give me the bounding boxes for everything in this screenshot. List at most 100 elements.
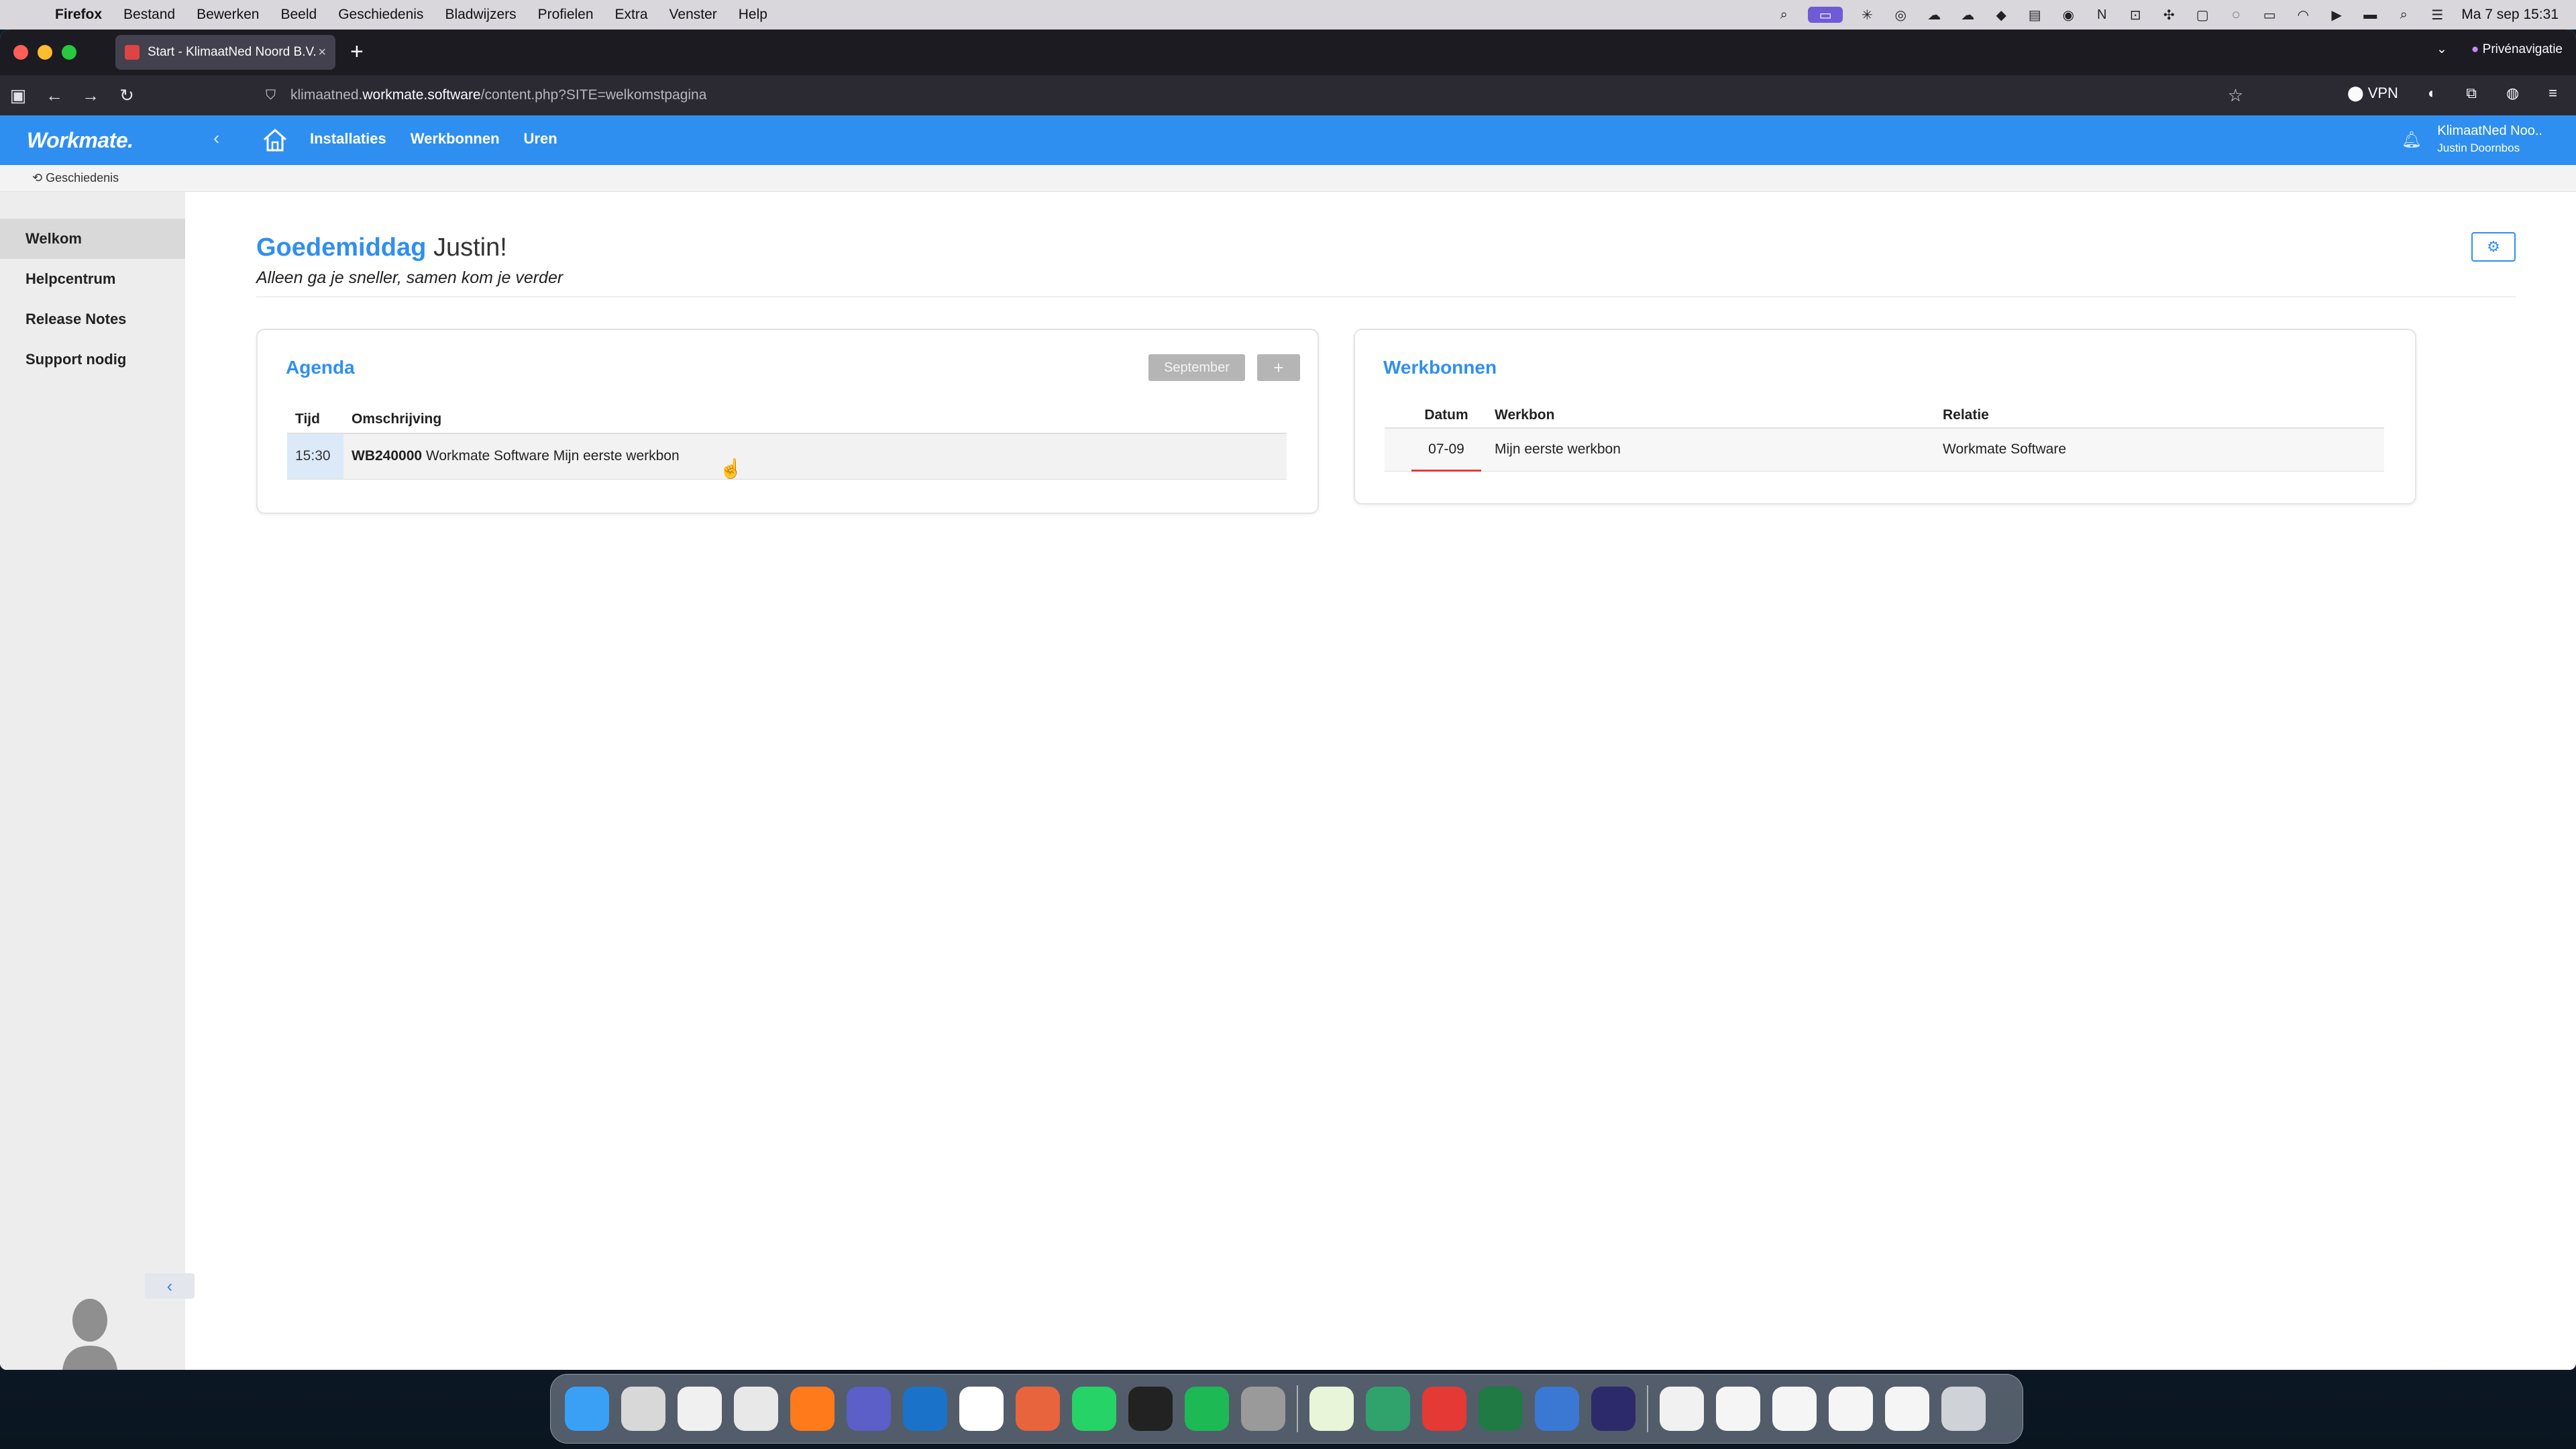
dock-app-doc-3[interactable] <box>1823 1381 1879 1437</box>
dock-app-chrome[interactable] <box>728 1381 784 1437</box>
collapse-menu-chevron-icon[interactable]: ‹ <box>213 127 219 149</box>
scan-icon[interactable]: ⊡ <box>2126 7 2145 23</box>
tab-list-chevron-icon[interactable]: ⌄ <box>2436 42 2447 57</box>
forward-icon[interactable]: → <box>72 85 109 106</box>
new-tab-icon[interactable]: + <box>350 39 364 65</box>
display-icon[interactable]: ▭ <box>2260 7 2279 23</box>
nav-werkbonnen[interactable]: Werkbonnen <box>411 130 500 148</box>
dock-app-notion[interactable] <box>953 1381 1010 1437</box>
site-security-icon[interactable]: ⛉ <box>266 88 276 103</box>
vpn-button[interactable]: ⬤ VPN <box>2347 85 2398 102</box>
url-domain: workmate.software <box>362 87 481 103</box>
browser-tab[interactable]: Start - KlimaatNed Noord B.V. × <box>115 35 335 70</box>
user-menu[interactable]: KlimaatNed Noo.. Justin Doornbos <box>2437 122 2542 157</box>
dock-app-pdf[interactable] <box>1416 1381 1472 1437</box>
agenda-card: Agenda September + Tijd Omschrijving 15:… <box>256 329 1319 514</box>
dock-app-finder[interactable] <box>559 1381 615 1437</box>
reload-icon[interactable]: ↻ <box>109 85 145 106</box>
menu-profielen[interactable]: Profielen <box>538 7 594 23</box>
speed-icon[interactable]: ◌ <box>2226 7 2245 23</box>
close-window-icon[interactable] <box>13 45 28 60</box>
menu-help[interactable]: Help <box>739 7 767 23</box>
menu-bestand[interactable]: Bestand <box>123 7 175 23</box>
workmate-logo[interactable]: Workmate. <box>27 128 133 153</box>
dashboard-settings-button[interactable]: ⚙ <box>2471 232 2516 262</box>
chrome-icon <box>734 1387 778 1431</box>
extensions-icon[interactable]: ⧉ <box>2466 85 2477 102</box>
dock-app-spotify[interactable] <box>1179 1381 1235 1437</box>
sidebar-item-support-nodig[interactable]: Support nodig <box>0 339 185 380</box>
search-icon[interactable]: ⌕ <box>1774 7 1793 23</box>
menu-venster[interactable]: Venster <box>669 7 717 23</box>
dock-app-doc-4[interactable] <box>1879 1381 1935 1437</box>
wifi-icon[interactable]: ◠ <box>2294 7 2312 23</box>
menu-app-firefox[interactable]: Firefox <box>55 7 102 23</box>
sidebar-item-label: Helpcentrum <box>25 270 116 287</box>
battery-icon[interactable]: ▬ <box>2361 7 2379 23</box>
dock-app-claude[interactable] <box>1010 1381 1066 1437</box>
sidebar-item-helpcentrum[interactable]: Helpcentrum <box>0 259 185 299</box>
dock-app-doc-1[interactable] <box>1710 1381 1766 1437</box>
table-row[interactable]: 07-09 Mijn eerste werkbon Workmate Softw… <box>1385 428 2384 472</box>
dock-app-whatsapp[interactable] <box>1066 1381 1122 1437</box>
dock-app-chatgpt[interactable] <box>1303 1381 1360 1437</box>
sidebar-item-welkom[interactable]: Welkom <box>0 219 185 259</box>
dock-app-launchpad[interactable] <box>615 1381 672 1437</box>
screen-share-icon[interactable]: ▭ <box>1808 7 1843 23</box>
dock-app-outlook[interactable] <box>897 1381 953 1437</box>
menu-extra[interactable]: Extra <box>615 7 648 23</box>
claude-status-icon[interactable]: ✳ <box>1858 7 1876 23</box>
menu-hamburger-icon[interactable]: ≡ <box>2548 85 2557 102</box>
control-center-icon[interactable]: ☰ <box>2428 7 2447 23</box>
notifications-bell-icon[interactable]: 🔔︎ <box>2402 130 2422 150</box>
table-row[interactable]: 15:30 WB240000 Workmate Software Mijn ee… <box>287 433 1287 480</box>
slack-icon[interactable]: ✣ <box>2159 7 2178 23</box>
minimize-window-icon[interactable] <box>38 45 52 60</box>
close-tab-icon[interactable]: × <box>318 45 326 60</box>
home-icon[interactable] <box>262 127 288 153</box>
dock-app-doc-2[interactable] <box>1766 1381 1823 1437</box>
sync-icon[interactable]: ◍ <box>2506 85 2519 102</box>
notion-status-icon[interactable]: N <box>2092 7 2111 23</box>
dock-app-firefox[interactable] <box>784 1381 841 1437</box>
cloud-sync-icon[interactable]: ☁ <box>1958 7 1977 23</box>
pdf-status-icon[interactable]: ▤ <box>2025 7 2044 23</box>
account-icon[interactable]: ◐ <box>2428 85 2436 102</box>
month-select-button[interactable]: September <box>1148 354 1245 381</box>
play-icon[interactable]: ▶ <box>2327 7 2346 23</box>
dock-app-excel[interactable] <box>1472 1381 1529 1437</box>
dock-app-system-settings[interactable] <box>1235 1381 1291 1437</box>
sidebar-toggle-icon[interactable]: ▣ <box>0 85 36 106</box>
avatar[interactable] <box>58 1292 122 1370</box>
dock-app-trash[interactable] <box>1935 1381 1992 1437</box>
clock[interactable]: Ma 7 sep 15:31 <box>2461 7 2559 23</box>
sidebar-item-release-notes[interactable]: Release Notes <box>0 299 185 339</box>
address-bar[interactable]: ⛉ klimaatned. workmate.software/content.p… <box>266 80 2243 110</box>
menu-geschiedenis[interactable]: Geschiedenis <box>338 7 423 23</box>
dock-app-teams[interactable] <box>841 1381 897 1437</box>
cloud-icon[interactable]: ☁ <box>1925 7 1943 23</box>
dock-app-app-green[interactable] <box>1360 1381 1416 1437</box>
add-agenda-button[interactable]: + <box>1257 354 1300 381</box>
history-link[interactable]: ⟲ Geschiedenis <box>32 171 119 185</box>
nav-installaties[interactable]: Installaties <box>310 130 386 148</box>
dock-app-reminders[interactable] <box>672 1381 728 1437</box>
back-icon[interactable]: ← <box>36 85 72 106</box>
dropbox-icon[interactable]: ◆ <box>1992 7 2010 23</box>
dock-app-voice-memos[interactable] <box>1122 1381 1179 1437</box>
dock-app-app-g[interactable] <box>1585 1381 1642 1437</box>
notion-icon <box>959 1387 1004 1431</box>
dock-app-app-blue[interactable] <box>1529 1381 1585 1437</box>
bookmark-star-icon[interactable]: ☆ <box>2228 85 2243 106</box>
menu-bewerken[interactable]: Bewerken <box>197 7 259 23</box>
menu-beeld[interactable]: Beeld <box>280 7 317 23</box>
menu-bladwijzers[interactable]: Bladwijzers <box>445 7 516 23</box>
spotlight-icon[interactable]: ⌕ <box>2394 7 2413 23</box>
maximize-window-icon[interactable] <box>62 45 76 60</box>
finder-icon <box>565 1387 609 1431</box>
dock-app-folder[interactable] <box>1654 1381 1710 1437</box>
camera-icon[interactable]: ◉ <box>2059 7 2078 23</box>
chatgpt-status-icon[interactable]: ◎ <box>1891 7 1910 23</box>
nav-uren[interactable]: Uren <box>524 130 557 148</box>
folder-status-icon[interactable]: ▢ <box>2193 7 2212 23</box>
